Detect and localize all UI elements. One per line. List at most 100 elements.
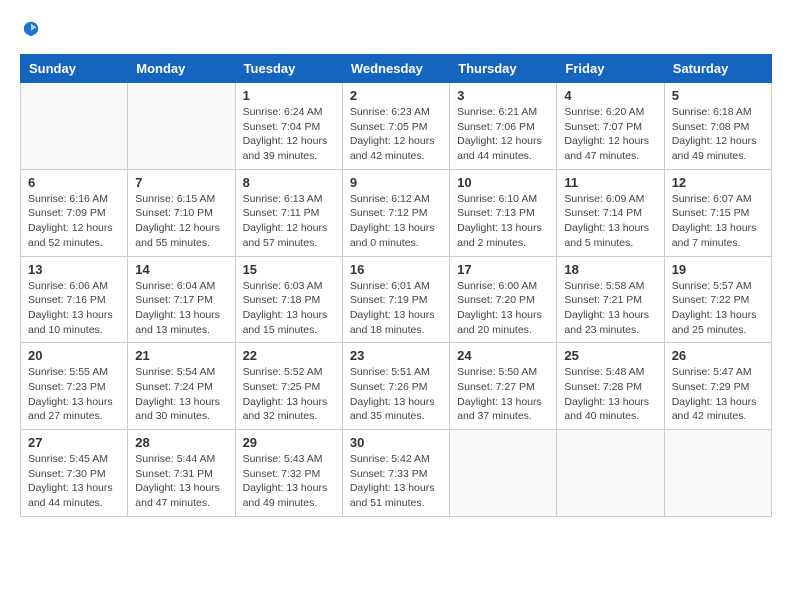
day-number: 21 (135, 348, 227, 363)
day-info: Sunrise: 5:51 AM Sunset: 7:26 PM Dayligh… (350, 365, 442, 424)
day-number: 20 (28, 348, 120, 363)
day-number: 13 (28, 262, 120, 277)
day-info: Sunrise: 6:24 AM Sunset: 7:04 PM Dayligh… (243, 105, 335, 164)
day-number: 1 (243, 88, 335, 103)
day-info: Sunrise: 6:00 AM Sunset: 7:20 PM Dayligh… (457, 279, 549, 338)
day-info: Sunrise: 5:44 AM Sunset: 7:31 PM Dayligh… (135, 452, 227, 511)
day-info: Sunrise: 5:58 AM Sunset: 7:21 PM Dayligh… (564, 279, 656, 338)
day-number: 18 (564, 262, 656, 277)
calendar-day-cell: 14 Sunrise: 6:04 AM Sunset: 7:17 PM Dayli… (128, 256, 235, 343)
day-number: 29 (243, 435, 335, 450)
day-number: 25 (564, 348, 656, 363)
day-number: 6 (28, 175, 120, 190)
day-info: Sunrise: 5:42 AM Sunset: 7:33 PM Dayligh… (350, 452, 442, 511)
calendar-table: SundayMondayTuesdayWednesdayThursdayFrid… (20, 54, 772, 517)
calendar-day-cell: 15Sunrise: 6:03 AM Sunset: 7:18 PM Dayli… (235, 256, 342, 343)
day-info: Sunrise: 6:06 AM Sunset: 7:16 PM Dayligh… (28, 279, 120, 338)
calendar-day-cell: 30 Sunrise: 5:42 AM Sunset: 7:33 PM Dayli… (342, 430, 449, 517)
logo-icon (22, 20, 40, 38)
calendar-day-cell: 29 Sunrise: 5:43 AM Sunset: 7:32 PM Dayli… (235, 430, 342, 517)
day-info: Sunrise: 6:13 AM Sunset: 7:11 PM Dayligh… (243, 192, 335, 251)
day-info: Sunrise: 5:47 AM Sunset: 7:29 PM Dayligh… (672, 365, 764, 424)
day-info: Sunrise: 5:48 AM Sunset: 7:28 PM Dayligh… (564, 365, 656, 424)
calendar-day-cell: 21 Sunrise: 5:54 AM Sunset: 7:24 PM Dayli… (128, 343, 235, 430)
day-info: Sunrise: 5:54 AM Sunset: 7:24 PM Dayligh… (135, 365, 227, 424)
calendar-day-cell: 16 Sunrise: 6:01 AM Sunset: 7:19 PM Dayli… (342, 256, 449, 343)
day-number: 3 (457, 88, 549, 103)
day-info: Sunrise: 6:10 AM Sunset: 7:13 PM Dayligh… (457, 192, 549, 251)
day-info: Sunrise: 5:50 AM Sunset: 7:27 PM Dayligh… (457, 365, 549, 424)
day-number: 15 (243, 262, 335, 277)
day-number: 4 (564, 88, 656, 103)
calendar-header-row: SundayMondayTuesdayWednesdayThursdayFrid… (21, 55, 772, 83)
day-info: Sunrise: 6:18 AM Sunset: 7:08 PM Dayligh… (672, 105, 764, 164)
day-number: 16 (350, 262, 442, 277)
day-info: Sunrise: 6:15 AM Sunset: 7:10 PM Dayligh… (135, 192, 227, 251)
day-info: Sunrise: 5:57 AM Sunset: 7:22 PM Dayligh… (672, 279, 764, 338)
weekday-header: Monday (128, 55, 235, 83)
calendar-day-cell: 22Sunrise: 5:52 AM Sunset: 7:25 PM Dayli… (235, 343, 342, 430)
calendar-day-cell (450, 430, 557, 517)
calendar-day-cell (128, 83, 235, 170)
day-number: 26 (672, 348, 764, 363)
calendar-day-cell: 17 Sunrise: 6:00 AM Sunset: 7:20 PM Dayli… (450, 256, 557, 343)
calendar-week-row: 1 Sunrise: 6:24 AM Sunset: 7:04 PM Daylig… (21, 83, 772, 170)
day-number: 30 (350, 435, 442, 450)
day-number: 9 (350, 175, 442, 190)
calendar-day-cell: 3 Sunrise: 6:21 AM Sunset: 7:06 PM Daylig… (450, 83, 557, 170)
calendar-day-cell: 5 Sunrise: 6:18 AM Sunset: 7:08 PM Daylig… (664, 83, 771, 170)
day-info: Sunrise: 6:20 AM Sunset: 7:07 PM Dayligh… (564, 105, 656, 164)
day-number: 17 (457, 262, 549, 277)
calendar-day-cell: 10 Sunrise: 6:10 AM Sunset: 7:13 PM Dayli… (450, 169, 557, 256)
calendar-day-cell: 26 Sunrise: 5:47 AM Sunset: 7:29 PM Dayli… (664, 343, 771, 430)
calendar-week-row: 20 Sunrise: 5:55 AM Sunset: 7:23 PM Dayli… (21, 343, 772, 430)
weekday-header: Friday (557, 55, 664, 83)
calendar-day-cell: 1 Sunrise: 6:24 AM Sunset: 7:04 PM Daylig… (235, 83, 342, 170)
weekday-header: Sunday (21, 55, 128, 83)
calendar-week-row: 27 Sunrise: 5:45 AM Sunset: 7:30 PM Dayli… (21, 430, 772, 517)
weekday-header: Wednesday (342, 55, 449, 83)
calendar-day-cell: 23 Sunrise: 5:51 AM Sunset: 7:26 PM Dayli… (342, 343, 449, 430)
day-number: 5 (672, 88, 764, 103)
weekday-header: Thursday (450, 55, 557, 83)
day-info: Sunrise: 5:45 AM Sunset: 7:30 PM Dayligh… (28, 452, 120, 511)
calendar-day-cell (557, 430, 664, 517)
calendar-day-cell: 8 Sunrise: 6:13 AM Sunset: 7:11 PM Daylig… (235, 169, 342, 256)
day-number: 28 (135, 435, 227, 450)
calendar-day-cell: 12Sunrise: 6:07 AM Sunset: 7:15 PM Dayli… (664, 169, 771, 256)
calendar-day-cell: 27 Sunrise: 5:45 AM Sunset: 7:30 PM Dayli… (21, 430, 128, 517)
day-number: 10 (457, 175, 549, 190)
day-number: 7 (135, 175, 227, 190)
weekday-header: Tuesday (235, 55, 342, 83)
calendar-day-cell: 2 Sunrise: 6:23 AM Sunset: 7:05 PM Daylig… (342, 83, 449, 170)
calendar-day-cell: 24 Sunrise: 5:50 AM Sunset: 7:27 PM Dayli… (450, 343, 557, 430)
day-number: 12 (672, 175, 764, 190)
calendar-day-cell: 4 Sunrise: 6:20 AM Sunset: 7:07 PM Daylig… (557, 83, 664, 170)
calendar-week-row: 13 Sunrise: 6:06 AM Sunset: 7:16 PM Dayli… (21, 256, 772, 343)
calendar-day-cell (21, 83, 128, 170)
page-header (20, 20, 772, 38)
day-info: Sunrise: 6:04 AM Sunset: 7:17 PM Dayligh… (135, 279, 227, 338)
day-info: Sunrise: 5:43 AM Sunset: 7:32 PM Dayligh… (243, 452, 335, 511)
day-info: Sunrise: 6:01 AM Sunset: 7:19 PM Dayligh… (350, 279, 442, 338)
calendar-day-cell: 19Sunrise: 5:57 AM Sunset: 7:22 PM Dayli… (664, 256, 771, 343)
calendar-day-cell: 9Sunrise: 6:12 AM Sunset: 7:12 PM Daylig… (342, 169, 449, 256)
day-info: Sunrise: 6:16 AM Sunset: 7:09 PM Dayligh… (28, 192, 120, 251)
calendar-week-row: 6 Sunrise: 6:16 AM Sunset: 7:09 PM Daylig… (21, 169, 772, 256)
day-info: Sunrise: 6:23 AM Sunset: 7:05 PM Dayligh… (350, 105, 442, 164)
day-info: Sunrise: 5:55 AM Sunset: 7:23 PM Dayligh… (28, 365, 120, 424)
day-number: 2 (350, 88, 442, 103)
day-number: 23 (350, 348, 442, 363)
day-number: 22 (243, 348, 335, 363)
calendar-day-cell: 18 Sunrise: 5:58 AM Sunset: 7:21 PM Dayli… (557, 256, 664, 343)
calendar-day-cell: 25 Sunrise: 5:48 AM Sunset: 7:28 PM Dayli… (557, 343, 664, 430)
calendar-day-cell (664, 430, 771, 517)
day-info: Sunrise: 6:21 AM Sunset: 7:06 PM Dayligh… (457, 105, 549, 164)
calendar-day-cell: 6 Sunrise: 6:16 AM Sunset: 7:09 PM Daylig… (21, 169, 128, 256)
calendar-day-cell: 28 Sunrise: 5:44 AM Sunset: 7:31 PM Dayli… (128, 430, 235, 517)
logo (20, 20, 40, 38)
day-number: 27 (28, 435, 120, 450)
day-number: 8 (243, 175, 335, 190)
day-number: 24 (457, 348, 549, 363)
day-number: 14 (135, 262, 227, 277)
